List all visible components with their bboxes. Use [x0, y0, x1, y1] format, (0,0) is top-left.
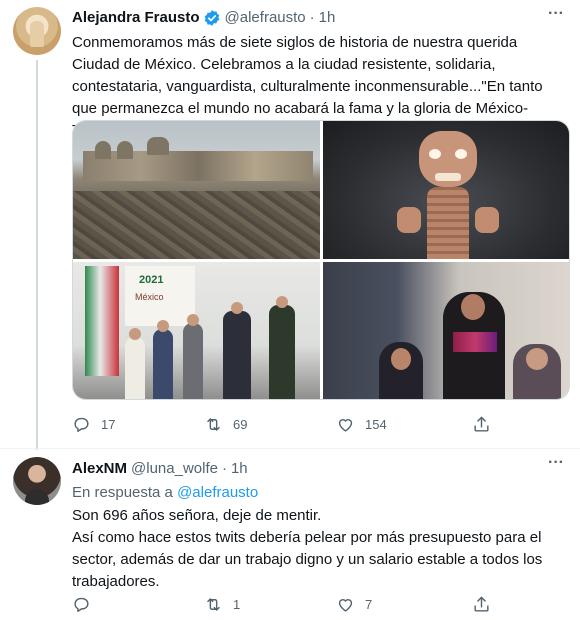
retweet-count: 1	[233, 596, 241, 612]
tweet-actions: 17 69 154	[72, 413, 502, 435]
tweet-text: Son 696 años señora, deje de mentir. Así…	[72, 505, 567, 593]
media-grid[interactable]: 2021 México	[72, 120, 570, 400]
like-button[interactable]: 154	[336, 413, 387, 435]
author-name[interactable]: Alejandra Frausto	[72, 8, 200, 28]
person-head	[187, 314, 199, 326]
sculpture-eye	[429, 149, 441, 159]
share-icon	[474, 596, 489, 612]
photo-women-ceremony[interactable]	[323, 262, 569, 399]
tweet-header: Alejandra Frausto @alefrausto · 1h	[72, 8, 335, 28]
person-face	[391, 348, 411, 370]
avatar-figure	[30, 21, 44, 47]
author-handle[interactable]: @luna_wolfe	[131, 459, 218, 479]
like-button[interactable]: 7	[336, 593, 372, 615]
event-board: 2021 México	[125, 266, 195, 326]
reply-icon	[74, 597, 89, 612]
reply-context: En respuesta a @alefrausto	[72, 483, 258, 503]
reply-icon	[74, 417, 89, 432]
heart-icon	[338, 598, 353, 612]
photo-cathedral-dome	[147, 137, 169, 155]
avatar-figure	[25, 489, 49, 505]
share-button[interactable]	[472, 593, 491, 615]
separator-dot: ·	[221, 460, 227, 477]
scarf	[453, 332, 497, 352]
retweet-icon	[207, 417, 220, 431]
more-icon[interactable]: ···	[546, 6, 566, 28]
avatar[interactable]	[13, 7, 61, 55]
tweet-text-line: Así como hace estos twits debería pelear…	[72, 529, 543, 590]
sculpture-hand	[475, 207, 499, 233]
person-head	[157, 320, 169, 332]
author-handle[interactable]: @alefrausto	[225, 8, 306, 28]
person	[223, 311, 251, 399]
photo-cathedral-tower	[95, 141, 111, 159]
share-icon	[474, 416, 489, 432]
tweet-reply[interactable]: AlexNM @luna_wolfe · 1h ··· En respuesta…	[0, 448, 580, 620]
person	[269, 305, 295, 399]
reply-button[interactable]	[72, 593, 101, 615]
sculpture-hand	[397, 207, 421, 233]
person	[153, 329, 173, 399]
person	[183, 323, 203, 399]
heart-icon	[338, 418, 353, 432]
thread-connector-line	[36, 60, 38, 450]
avatar[interactable]	[13, 457, 61, 505]
board-year: 2021	[139, 274, 164, 286]
flag-banner	[85, 266, 119, 376]
retweet-count: 69	[233, 416, 248, 432]
tweet-timestamp[interactable]: 1h	[231, 459, 248, 479]
more-icon[interactable]: ···	[546, 455, 566, 477]
person-face	[526, 348, 548, 370]
sculpture-eye	[455, 149, 467, 159]
tweet-text-line: Son 696 años señora, deje de mentir.	[72, 507, 322, 524]
tweet-header: AlexNM @luna_wolfe · 1h	[72, 459, 248, 479]
sculpture-mouth	[435, 173, 461, 181]
photo-sculpture[interactable]	[323, 121, 569, 259]
photo-templo-mayor[interactable]	[73, 121, 320, 259]
person	[125, 337, 145, 399]
like-count: 154	[365, 416, 387, 432]
person-face	[461, 294, 485, 320]
like-count: 7	[365, 596, 373, 612]
board-text: México	[135, 292, 164, 302]
person-head	[231, 302, 243, 314]
reply-mention-link[interactable]: @alefrausto	[177, 484, 258, 501]
photo-cathedral-tower	[117, 141, 133, 159]
photo-ceremony-stage[interactable]: 2021 México	[73, 262, 320, 399]
retweet-button[interactable]: 69	[204, 413, 247, 435]
tweet-actions: 1 7	[72, 593, 502, 615]
tweet-main[interactable]: Alejandra Frausto @alefrausto · 1h ··· C…	[0, 0, 580, 450]
reply-button[interactable]: 17	[72, 413, 115, 435]
retweet-button[interactable]: 1	[204, 593, 240, 615]
retweet-icon	[207, 597, 220, 611]
author-name[interactable]: AlexNM	[72, 459, 127, 479]
sculpture-body	[427, 187, 469, 259]
reply-prefix: En respuesta a	[72, 484, 173, 501]
person-head	[129, 328, 141, 340]
verified-badge-icon	[204, 10, 219, 26]
share-button[interactable]	[472, 413, 491, 435]
reply-count: 17	[101, 416, 116, 432]
person-head	[276, 296, 288, 308]
separator-dot: ·	[309, 9, 315, 26]
tweet-timestamp[interactable]: 1h	[319, 8, 336, 28]
photo-ruins	[73, 191, 320, 259]
